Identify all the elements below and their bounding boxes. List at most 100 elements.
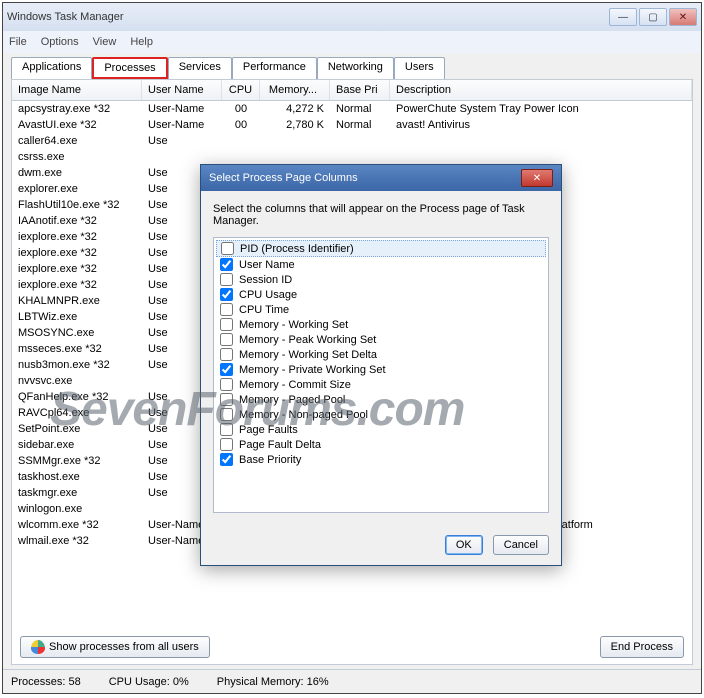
column-label: Session ID — [239, 274, 292, 286]
cell-mem: 2,780 K — [260, 118, 330, 132]
cell-image: nvvsvc.exe — [12, 374, 142, 388]
ok-button[interactable]: OK — [445, 535, 483, 555]
column-checkbox[interactable] — [220, 288, 233, 301]
show-all-users-label: Show processes from all users — [49, 641, 199, 653]
column-option[interactable]: Memory - Paged Pool — [216, 392, 546, 407]
cell-cpu: 00 — [222, 102, 260, 116]
show-all-users-button[interactable]: Show processes from all users — [20, 636, 210, 658]
cell-image: nusb3mon.exe *32 — [12, 358, 142, 372]
column-checkbox[interactable] — [220, 333, 233, 346]
column-label: Memory - Commit Size — [239, 379, 351, 391]
column-option[interactable]: Memory - Working Set Delta — [216, 347, 546, 362]
column-label: CPU Usage — [239, 289, 297, 301]
cell-image: KHALMNPR.exe — [12, 294, 142, 308]
menu-file[interactable]: File — [9, 36, 27, 48]
column-label: Memory - Working Set — [239, 319, 348, 331]
cell-image: apcsystray.exe *32 — [12, 102, 142, 116]
cell-user: User-Name — [142, 102, 222, 116]
column-option[interactable]: Page Fault Delta — [216, 437, 546, 452]
tab-processes[interactable]: Processes — [92, 57, 167, 79]
column-option[interactable]: Session ID — [216, 272, 546, 287]
column-option[interactable]: Memory - Working Set — [216, 317, 546, 332]
tab-users[interactable]: Users — [394, 57, 445, 79]
cell-image: iexplore.exe *32 — [12, 230, 142, 244]
column-label: CPU Time — [239, 304, 289, 316]
cell-image: SetPoint.exe — [12, 422, 142, 436]
column-label: Memory - Working Set Delta — [239, 349, 377, 361]
window-controls: — ▢ ✕ — [609, 8, 697, 26]
cell-cpu: 00 — [222, 118, 260, 132]
column-checkbox[interactable] — [220, 453, 233, 466]
tab-networking[interactable]: Networking — [317, 57, 394, 79]
cell-desc: PowerChute System Tray Power Icon — [390, 102, 692, 116]
cell-user — [142, 150, 222, 164]
column-option[interactable]: Page Faults — [216, 422, 546, 437]
column-checkbox[interactable] — [220, 363, 233, 376]
column-checkbox[interactable] — [220, 348, 233, 361]
col-image-name[interactable]: Image Name — [12, 80, 142, 100]
maximize-button[interactable]: ▢ — [639, 8, 667, 26]
cell-image: dwm.exe — [12, 166, 142, 180]
column-option[interactable]: Base Priority — [216, 452, 546, 467]
table-row[interactable]: apcsystray.exe *32User-Name004,272 KNorm… — [12, 101, 692, 117]
columns-listbox[interactable]: PID (Process Identifier) User Name Session… — [213, 237, 549, 513]
col-base-priority[interactable]: Base Pri — [330, 80, 390, 100]
dialog-close-button[interactable]: ✕ — [521, 169, 553, 187]
column-checkbox[interactable] — [221, 242, 234, 255]
end-process-button[interactable]: End Process — [600, 636, 684, 658]
table-row[interactable]: AvastUI.exe *32User-Name002,780 KNormala… — [12, 117, 692, 133]
table-header: Image Name User Name CPU Memory... Base … — [12, 80, 692, 101]
column-label: Page Fault Delta — [239, 439, 321, 451]
bottom-bar: Show processes from all users End Proces… — [12, 630, 692, 664]
column-checkbox[interactable] — [220, 303, 233, 316]
column-label: Base Priority — [239, 454, 301, 466]
column-checkbox[interactable] — [220, 438, 233, 451]
column-checkbox[interactable] — [220, 258, 233, 271]
column-option[interactable]: User Name — [216, 257, 546, 272]
col-memory[interactable]: Memory... — [260, 80, 330, 100]
tab-services[interactable]: Services — [168, 57, 232, 79]
table-row[interactable]: caller64.exeUse — [12, 133, 692, 149]
cell-image: wlmail.exe *32 — [12, 534, 142, 548]
col-cpu[interactable]: CPU — [222, 80, 260, 100]
column-checkbox[interactable] — [220, 378, 233, 391]
column-label: Memory - Peak Working Set — [239, 334, 376, 346]
titlebar: Windows Task Manager — ▢ ✕ — [3, 3, 701, 31]
shield-icon — [31, 640, 45, 654]
column-option[interactable]: CPU Time — [216, 302, 546, 317]
column-checkbox[interactable] — [220, 273, 233, 286]
column-option[interactable]: Memory - Private Working Set — [216, 362, 546, 377]
column-checkbox[interactable] — [220, 423, 233, 436]
col-description[interactable]: Description — [390, 80, 692, 100]
cell-mem: 4,272 K — [260, 102, 330, 116]
cell-user: User-Name — [142, 118, 222, 132]
cell-pri: Normal — [330, 118, 390, 132]
column-option[interactable]: Memory - Commit Size — [216, 377, 546, 392]
cell-desc — [390, 150, 692, 164]
cell-image: taskmgr.exe — [12, 486, 142, 500]
minimize-button[interactable]: — — [609, 8, 637, 26]
column-checkbox[interactable] — [220, 393, 233, 406]
cell-mem — [260, 150, 330, 164]
tab-performance[interactable]: Performance — [232, 57, 317, 79]
menu-options[interactable]: Options — [41, 36, 79, 48]
cell-desc: avast! Antivirus — [390, 118, 692, 132]
column-option[interactable]: Memory - Peak Working Set — [216, 332, 546, 347]
table-row[interactable]: csrss.exe — [12, 149, 692, 165]
column-checkbox[interactable] — [220, 318, 233, 331]
column-option[interactable]: CPU Usage — [216, 287, 546, 302]
cell-image: taskhost.exe — [12, 470, 142, 484]
column-checkbox[interactable] — [220, 408, 233, 421]
column-label: User Name — [239, 259, 295, 271]
cell-image: sidebar.exe — [12, 438, 142, 452]
cell-cpu — [222, 150, 260, 164]
column-option[interactable]: PID (Process Identifier) — [216, 240, 546, 257]
menu-view[interactable]: View — [93, 36, 117, 48]
column-option[interactable]: Memory - Non-paged Pool — [216, 407, 546, 422]
close-button[interactable]: ✕ — [669, 8, 697, 26]
cell-image: caller64.exe — [12, 134, 142, 148]
col-user-name[interactable]: User Name — [142, 80, 222, 100]
tab-applications[interactable]: Applications — [11, 57, 92, 79]
cancel-button[interactable]: Cancel — [493, 535, 549, 555]
menu-help[interactable]: Help — [130, 36, 153, 48]
